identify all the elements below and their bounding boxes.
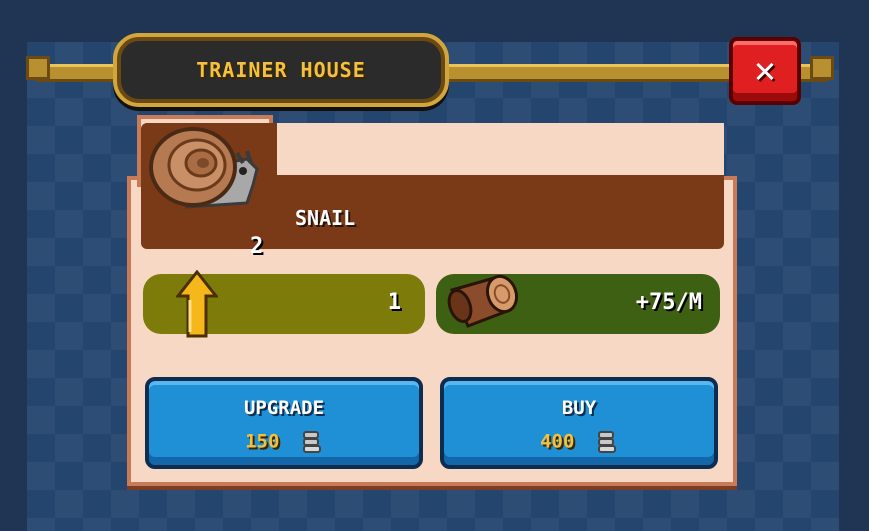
pet-name: SNAIL bbox=[295, 206, 356, 230]
buy-button[interactable]: BUY 400 bbox=[440, 377, 718, 469]
buy-price: 400 bbox=[444, 429, 714, 455]
pet-name-bar-cutout bbox=[277, 123, 724, 175]
buy-button-label: BUY bbox=[561, 397, 597, 419]
upgrade-arrow-icon bbox=[176, 270, 218, 338]
production-value: +75/M bbox=[635, 290, 702, 315]
upgrade-price: 150 bbox=[149, 429, 419, 455]
coin-stack-icon bbox=[597, 431, 616, 453]
header-rod-middle bbox=[447, 64, 735, 82]
close-icon: ✕ bbox=[754, 50, 776, 91]
upgrade-button[interactable]: UPGRADE 150 bbox=[145, 377, 423, 469]
header-rod-cap-left bbox=[26, 56, 50, 80]
page-title: TRAINER HOUSE bbox=[196, 58, 366, 82]
header-rod-cap-right bbox=[810, 56, 834, 80]
level-value: 1 bbox=[387, 290, 401, 315]
wood-log-icon bbox=[447, 274, 519, 328]
upgrade-price-value: 150 bbox=[245, 430, 280, 453]
close-button[interactable]: ✕ bbox=[729, 37, 801, 105]
upgrade-button-label: UPGRADE bbox=[243, 397, 325, 419]
title-plate: TRAINER HOUSE bbox=[113, 33, 449, 107]
pet-count: 2 bbox=[250, 234, 264, 259]
buy-price-value: 400 bbox=[540, 430, 575, 453]
snail-icon bbox=[149, 127, 259, 209]
coin-stack-icon bbox=[302, 431, 321, 453]
